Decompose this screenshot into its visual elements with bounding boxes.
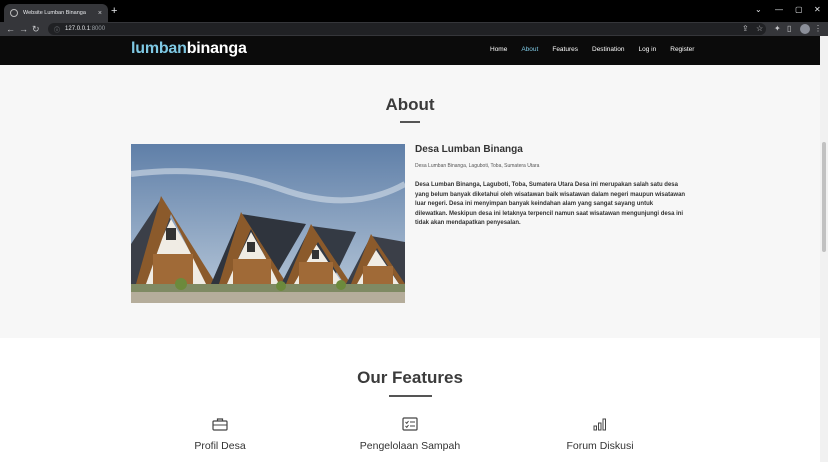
feature-pengelolaan-sampah[interactable]: Pengelolaan Sampah: [330, 416, 490, 452]
nav-register[interactable]: Register: [670, 46, 694, 53]
nav-menu: Home About Features Destination Log in R…: [490, 46, 694, 53]
tab-search-button[interactable]: ⌄: [755, 5, 762, 14]
features-heading: Our Features: [357, 368, 463, 387]
bar-chart-icon: [520, 416, 680, 432]
feature-forum-diskusi[interactable]: Forum Diskusi: [520, 416, 680, 452]
village-photo: [131, 144, 405, 303]
menu-icon[interactable]: ⋮: [814, 23, 822, 35]
site-logo[interactable]: lumbanbinanga: [131, 40, 247, 58]
new-tab-button[interactable]: +: [111, 6, 117, 17]
nav-about[interactable]: About: [521, 46, 538, 53]
feature-profil-desa[interactable]: Profil Desa: [140, 416, 300, 452]
globe-icon: [10, 9, 18, 17]
browser-tab-strip: Website Lumban Binanga × + ⌄ — ▢ ✕: [0, 0, 828, 22]
village-location: Desa Lumban Binanga, Laguboti, Toba, Sum…: [415, 163, 540, 169]
reload-icon[interactable]: ↻: [32, 23, 40, 35]
extensions-icon[interactable]: ✦: [774, 23, 781, 35]
features-section: Our Features Profil Desa Pengelolaan Sam…: [0, 338, 820, 462]
maximize-button[interactable]: ▢: [795, 5, 803, 14]
profile-avatar[interactable]: [800, 24, 810, 34]
village-description: Desa Lumban Binanga, Laguboti, Toba, Sum…: [415, 182, 686, 227]
nav-destination[interactable]: Destination: [592, 46, 625, 53]
address-bar[interactable]: ⓘ 127.0.0.1:8000: [48, 23, 766, 35]
browser-toolbar: ← → ↻ ⓘ 127.0.0.1:8000 ⇪ ☆ ✦ ▯ ⋮: [0, 22, 828, 36]
url-text: 127.0.0.1:8000: [65, 26, 106, 32]
about-section: About Desa Lumban Binanga Desa Lumban Bi…: [0, 65, 820, 366]
tab-close-button[interactable]: ×: [98, 10, 102, 17]
nav-home[interactable]: Home: [490, 46, 507, 53]
checklist-icon: [330, 416, 490, 432]
site-navbar: lumbanbinanga Home About Features Destin…: [0, 36, 820, 65]
heading-underline: [400, 121, 420, 123]
nav-features[interactable]: Features: [552, 46, 578, 53]
about-heading: About: [385, 95, 435, 114]
briefcase-icon: [140, 416, 300, 432]
browser-tab[interactable]: Website Lumban Binanga ×: [4, 4, 108, 22]
tab-title: Website Lumban Binanga: [23, 10, 86, 16]
feature-label: Profil Desa: [194, 440, 246, 452]
heading-underline: [389, 395, 432, 397]
feature-label: Forum Diskusi: [566, 440, 634, 452]
page-viewport: lumbanbinanga Home About Features Destin…: [0, 36, 820, 462]
nav-login[interactable]: Log in: [639, 46, 657, 53]
side-panel-icon[interactable]: ▯: [787, 23, 791, 35]
page-scrollbar[interactable]: [820, 36, 828, 462]
feature-label: Pengelolaan Sampah: [359, 440, 461, 452]
bookmark-star-icon[interactable]: ☆: [756, 23, 763, 35]
forward-icon[interactable]: →: [19, 23, 28, 35]
site-info-icon[interactable]: ⓘ: [54, 25, 60, 34]
scrollbar-thumb[interactable]: [822, 142, 826, 252]
close-window-button[interactable]: ✕: [814, 5, 821, 14]
minimize-button[interactable]: —: [775, 5, 783, 14]
share-icon[interactable]: ⇪: [742, 23, 749, 35]
village-title: Desa Lumban Binanga: [415, 144, 523, 155]
back-icon[interactable]: ←: [6, 23, 15, 35]
